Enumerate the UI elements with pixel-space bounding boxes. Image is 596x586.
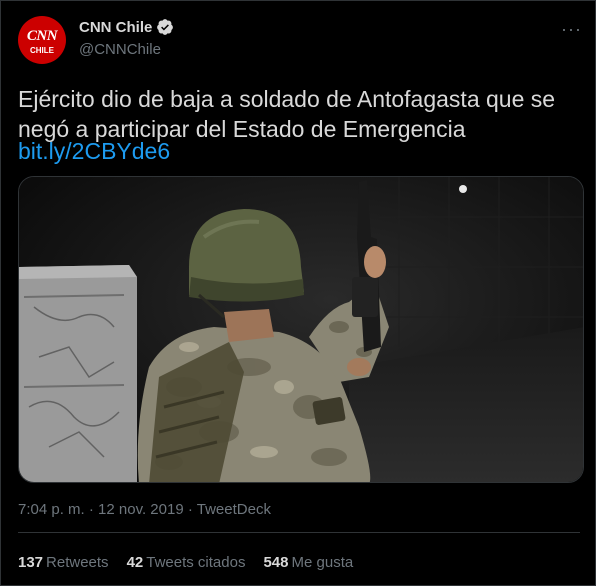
more-options-icon[interactable]: ··· bbox=[561, 19, 582, 40]
retweets-stat[interactable]: 137 Retweets bbox=[18, 554, 109, 571]
tweet-time[interactable]: 7:04 p. m. bbox=[18, 501, 85, 518]
soldier-photo-image bbox=[19, 177, 583, 482]
verified-badge-icon bbox=[157, 19, 174, 35]
tweet-stats: 137 Retweets 42 Tweets citados 548 Me gusta bbox=[18, 554, 353, 571]
quote-tweets-stat[interactable]: 42 Tweets citados bbox=[127, 554, 246, 571]
tweet-card: CNN CHILE CNN Chile @CNNChile ··· Ejérci… bbox=[0, 0, 596, 586]
avatar-logo-text: CNN bbox=[26, 28, 58, 44]
meta-separator: · bbox=[187, 501, 193, 518]
author-name-row: CNN Chile bbox=[79, 18, 174, 36]
tweet-text: Ejército dio de baja a soldado de Antofa… bbox=[18, 86, 556, 142]
tweet-link[interactable]: bit.ly/2CBYde6 bbox=[18, 138, 170, 165]
author-handle[interactable]: @CNNChile bbox=[79, 41, 161, 58]
divider bbox=[18, 532, 580, 533]
retweets-count: 137 bbox=[18, 554, 44, 571]
tweet-meta: 7:04 p. m. · 12 nov. 2019 · TweetDeck bbox=[18, 501, 271, 518]
quote-tweets-label: Tweets citados bbox=[146, 554, 246, 571]
likes-label: Me gusta bbox=[291, 554, 354, 571]
likes-count: 548 bbox=[263, 554, 289, 571]
retweets-label: Retweets bbox=[46, 554, 109, 571]
avatar[interactable]: CNN CHILE bbox=[18, 16, 66, 64]
quote-tweets-count: 42 bbox=[126, 554, 144, 571]
tweet-photo[interactable] bbox=[18, 176, 584, 483]
tweet-source[interactable]: TweetDeck bbox=[197, 501, 271, 518]
avatar-logo-subtext: CHILE bbox=[30, 46, 54, 55]
meta-separator: · bbox=[88, 501, 94, 518]
author-display-name[interactable]: CNN Chile bbox=[79, 19, 152, 36]
tweet-date[interactable]: 12 nov. 2019 bbox=[98, 501, 184, 518]
likes-stat[interactable]: 548 Me gusta bbox=[263, 554, 353, 571]
